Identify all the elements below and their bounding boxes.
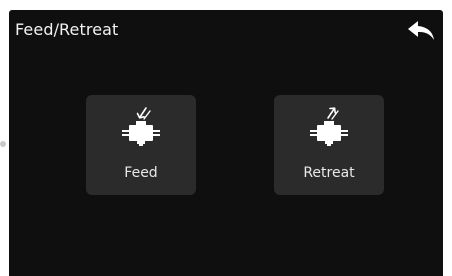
feed-button[interactable]: Feed (86, 95, 196, 195)
retreat-label: Retreat (303, 165, 355, 181)
feed-filament-icon (122, 107, 160, 146)
retreat-button[interactable]: Retreat (274, 95, 384, 195)
back-button[interactable] (405, 16, 439, 46)
retreat-filament-icon (310, 107, 348, 146)
back-arrow-icon (408, 21, 434, 40)
feed-label: Feed (124, 165, 158, 181)
page-title: Feed/Retreat (15, 20, 119, 39)
touch-screen: Feed/Retreat Feed Retreat (9, 10, 443, 276)
bezel-indicator-dot (0, 141, 6, 147)
